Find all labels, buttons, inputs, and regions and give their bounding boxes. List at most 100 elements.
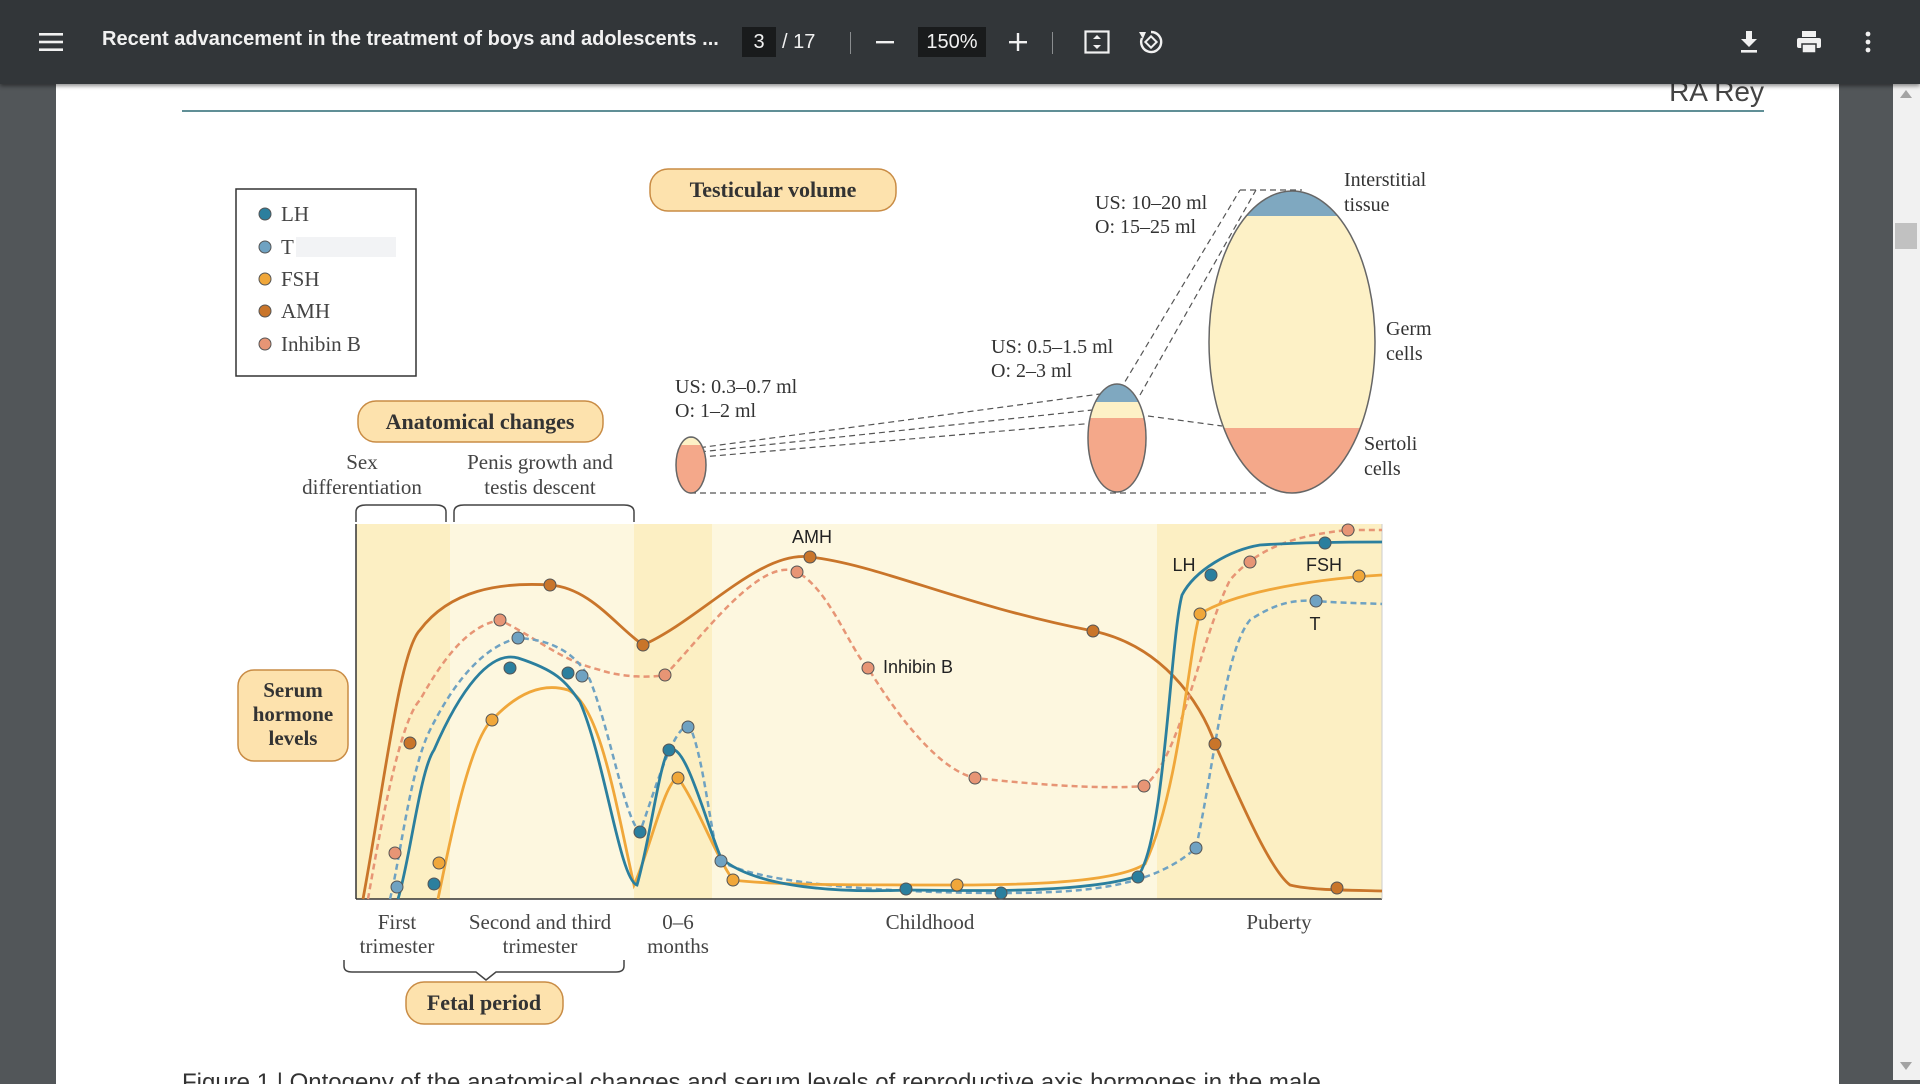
scroll-down-arrow-icon[interactable] (1900, 1062, 1912, 1070)
zoom-in-icon (1009, 33, 1027, 51)
fit-page-icon (1084, 30, 1110, 54)
amh-point (803, 550, 817, 564)
anatomical-changes-text: Anatomical changes (386, 409, 575, 434)
amh-point (636, 638, 650, 652)
serum-label-1: Serum (263, 678, 323, 702)
t-point (511, 631, 525, 645)
more-options-button[interactable] (1858, 28, 1878, 56)
fsh-point (671, 771, 685, 785)
sex-diff-label-1: Sex (346, 450, 378, 474)
menu-icon (39, 33, 63, 51)
legend-highlight (296, 237, 396, 257)
germ-label-2: cells (1386, 343, 1423, 365)
fsh-point (485, 713, 499, 727)
zoom-level-input[interactable]: 150% (918, 27, 986, 57)
testicular-volume-label: Testicular volume (649, 168, 897, 212)
testis-large (1209, 191, 1375, 493)
toolbar-divider (850, 32, 851, 54)
print-button[interactable] (1793, 28, 1825, 56)
t-point (681, 720, 695, 734)
penis-label-2: testis descent (484, 475, 596, 499)
lh-point (1318, 536, 1332, 550)
amh-point (1086, 624, 1100, 638)
pdf-page: RA Rey LH T FSH AMH Inhibin B Testicular… (56, 84, 1839, 1084)
curve-label-t: T (1310, 614, 1321, 634)
print-icon (1797, 31, 1821, 54)
anatomical-changes-label: Anatomical changes (357, 400, 604, 443)
fetal-period-label: Fetal period (405, 981, 564, 1025)
t-point (575, 669, 589, 683)
legend-amh: AMH (281, 299, 330, 323)
penis-bracket (453, 504, 635, 522)
vol-small-us: US: 0.3–0.7 ml (675, 376, 798, 398)
period-second-1: Second and third (469, 910, 612, 934)
figure-canvas: RA Rey LH T FSH AMH Inhibin B Testicular… (182, 84, 1764, 1084)
lh-point (561, 666, 575, 680)
fsh-point (1193, 607, 1207, 621)
period-first-1: First (378, 910, 417, 934)
serum-label-2: hormone (253, 702, 334, 726)
legend-inhibin: Inhibin B (281, 332, 361, 356)
legend-fsh-marker (258, 272, 272, 286)
page-total: / 17 (782, 30, 816, 53)
amh-point (403, 736, 417, 750)
header-author: RA Rey (1669, 84, 1764, 107)
vol-mid-o: O: 2–3 ml (991, 360, 1073, 382)
period-second-2: trimester (503, 934, 578, 958)
figure-caption: Figure 1 | Ontogeny of the anatomical ch… (182, 1069, 1328, 1084)
fetal-period-bracket (343, 960, 625, 981)
inhibin-point (1341, 523, 1355, 537)
lh-point (633, 825, 647, 839)
pdf-toolbar: Recent advancement in the treatment of b… (0, 0, 1920, 84)
download-button[interactable] (1734, 28, 1764, 56)
curve-label-amh: AMH (792, 527, 832, 547)
lh-point (1204, 568, 1218, 582)
fsh-point (1352, 569, 1366, 583)
inhibin-point (968, 771, 982, 785)
fit-page-button[interactable] (1082, 28, 1112, 56)
menu-button[interactable] (36, 28, 66, 56)
lh-point (427, 877, 441, 891)
zoom-in-button[interactable] (1005, 28, 1031, 56)
sex-diff-label-2: differentiation (302, 475, 422, 499)
legend-t-marker (258, 240, 272, 254)
fsh-point (432, 856, 446, 870)
lh-point (503, 661, 517, 675)
interstitial-label-1: Interstitial (1344, 169, 1427, 191)
inhibin-point (388, 846, 402, 860)
period-months-2: months (647, 934, 709, 958)
inhibin-point (861, 661, 875, 675)
curve-label-fsh: FSH (1306, 555, 1342, 575)
vol-large-o: O: 15–25 ml (1095, 216, 1197, 238)
curve-label-lh: LH (1172, 555, 1195, 575)
penis-label-1: Penis growth and (467, 450, 613, 474)
rotate-icon (1139, 30, 1163, 54)
download-icon (1741, 31, 1757, 53)
t-point (390, 880, 404, 894)
t-point (1309, 594, 1323, 608)
legend-lh: LH (281, 202, 309, 226)
germ-label-1: Germ (1386, 318, 1432, 340)
fsh-point (950, 878, 964, 892)
page-number-input[interactable]: 3 (742, 27, 776, 57)
amh-point (1208, 737, 1222, 751)
lh-point (662, 743, 676, 757)
testis-mid (1088, 384, 1146, 492)
sertoli-label-2: cells (1364, 458, 1401, 480)
zoom-out-button[interactable] (872, 28, 898, 56)
hormone-plot: AMH Inhibin B LH FSH T (355, 523, 1383, 900)
sertoli-label-1: Sertoli (1364, 433, 1418, 455)
toolbar-divider (1052, 32, 1053, 54)
scrollbar-thumb[interactable] (1895, 223, 1917, 249)
vol-mid-us: US: 0.5–1.5 ml (991, 336, 1114, 358)
curve-label-inhibin: Inhibin B (883, 657, 953, 677)
inhibin-point (658, 668, 672, 682)
fsh-point (726, 873, 740, 887)
period-puberty: Puberty (1246, 910, 1312, 934)
period-first-2: trimester (360, 934, 435, 958)
document-title: Recent advancement in the treatment of b… (102, 28, 719, 50)
lh-point (899, 882, 913, 896)
scroll-up-arrow-icon[interactable] (1900, 90, 1912, 98)
rotate-button[interactable] (1136, 28, 1166, 56)
legend: LH T FSH AMH Inhibin B (235, 188, 417, 377)
